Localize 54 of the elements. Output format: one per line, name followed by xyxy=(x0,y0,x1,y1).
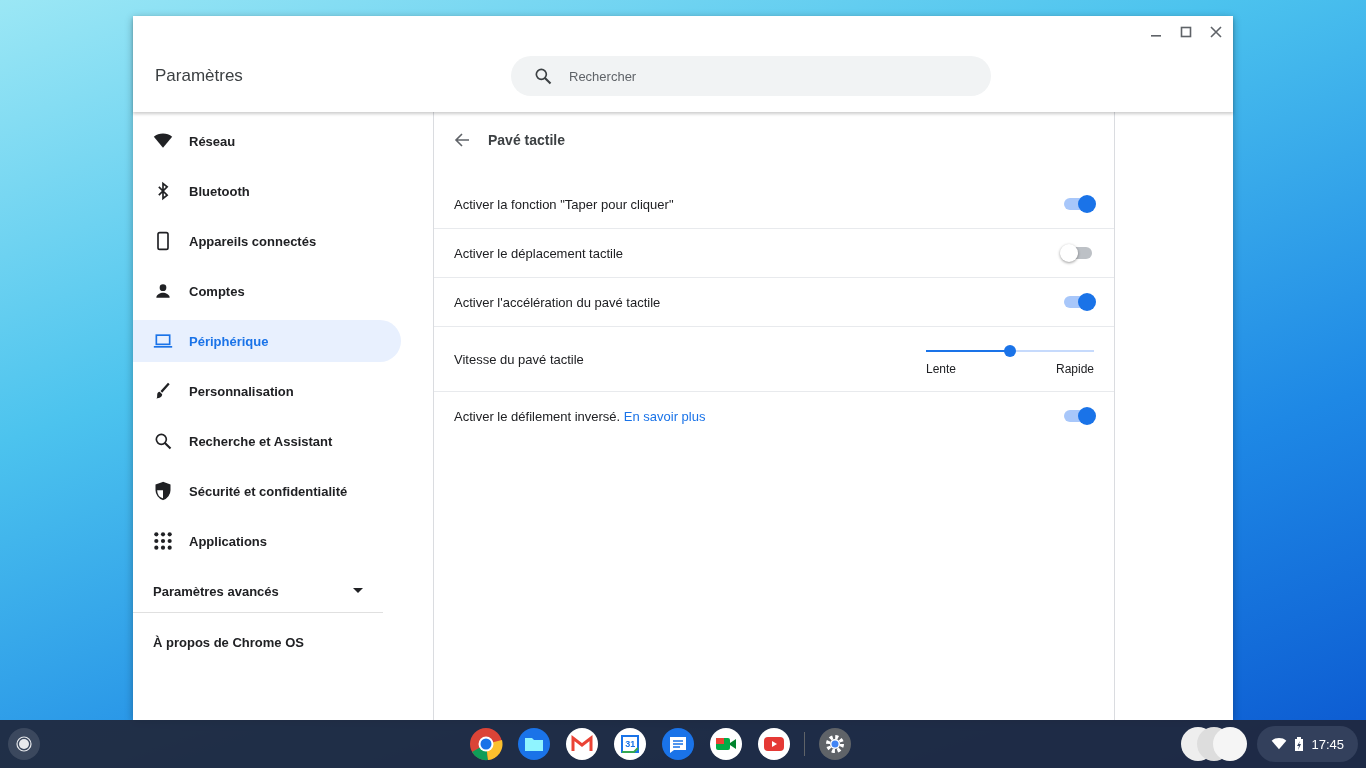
about-link[interactable]: À propos de Chrome OS xyxy=(133,621,433,663)
battery-icon xyxy=(1295,737,1304,751)
search-icon xyxy=(153,431,173,451)
setting-label: Activer le déplacement tactile xyxy=(454,245,624,261)
slider-thumb[interactable] xyxy=(1004,345,1016,357)
launcher-button[interactable] xyxy=(8,728,40,760)
shield-icon xyxy=(153,481,173,501)
sidebar-item[interactable]: Bluetooth xyxy=(133,170,401,212)
sidebar-item[interactable]: Réseau xyxy=(133,120,401,162)
desk-previews[interactable] xyxy=(1181,727,1248,761)
page-title: Pavé tactile xyxy=(488,132,566,148)
sidebar-item[interactable]: Appareils connectés xyxy=(133,220,401,262)
sidebar-item[interactable]: Sécurité et confidentialité xyxy=(133,470,401,512)
learn-more-link[interactable]: En savoir plus xyxy=(623,408,706,424)
back-arrow-icon[interactable] xyxy=(454,132,470,148)
gear-icon[interactable] xyxy=(817,726,854,762)
setting-label: Activer l'accélération du pavé tactile xyxy=(454,294,661,310)
chat-icon[interactable] xyxy=(660,726,697,762)
search-input[interactable]: Rechercher xyxy=(567,67,951,85)
calendar-date: 31 xyxy=(624,738,637,751)
toggle-switch[interactable] xyxy=(1062,245,1094,261)
toggle-switch[interactable] xyxy=(1062,408,1094,424)
sidebar-item[interactable]: Personnalisation xyxy=(133,370,401,412)
setting-label: Vitesse du pavé tactile xyxy=(454,351,584,367)
launcher-icon xyxy=(16,736,32,752)
slider-min-label: Lente xyxy=(926,362,957,376)
setting-label: Activer la fonction "Taper pour cliquer" xyxy=(454,196,674,212)
sidebar-item[interactable]: Applications xyxy=(133,520,401,562)
search-bar[interactable]: Rechercher xyxy=(511,56,991,96)
calendar-icon[interactable] xyxy=(612,726,649,762)
sidebar-item[interactable]: Périphérique xyxy=(133,320,401,362)
clock-time: 17:45 xyxy=(1311,736,1344,752)
chrome-logo-icon[interactable] xyxy=(468,726,505,762)
sidebar-item[interactable]: Comptes xyxy=(133,270,401,312)
person-icon xyxy=(153,281,173,301)
toggle-switch[interactable] xyxy=(1062,196,1094,212)
advanced-settings-toggle[interactable]: Paramètres avancés xyxy=(133,570,383,613)
status-tray[interactable]: 17:45 xyxy=(1257,726,1358,762)
sidebar-item[interactable]: Recherche et Assistant xyxy=(133,420,401,462)
laptop-icon xyxy=(153,331,173,351)
caret-icon xyxy=(353,588,363,594)
toggle-switch[interactable] xyxy=(1062,294,1094,310)
maximize-icon[interactable] xyxy=(1179,25,1193,39)
setting-label: Activer le défilement inversé. En savoir plus xyxy=(454,408,706,424)
folder-icon[interactable] xyxy=(516,726,553,762)
grid-icon xyxy=(153,531,173,551)
close-icon[interactable] xyxy=(1209,25,1223,39)
window-title: Paramètres xyxy=(154,66,244,86)
slider-max-label: Rapide xyxy=(1055,362,1094,376)
wifi-icon xyxy=(1271,736,1288,752)
mail-icon[interactable] xyxy=(564,726,601,762)
search-icon xyxy=(533,66,553,86)
play-button-icon[interactable] xyxy=(756,726,793,762)
video-camera-icon[interactable] xyxy=(708,726,745,762)
